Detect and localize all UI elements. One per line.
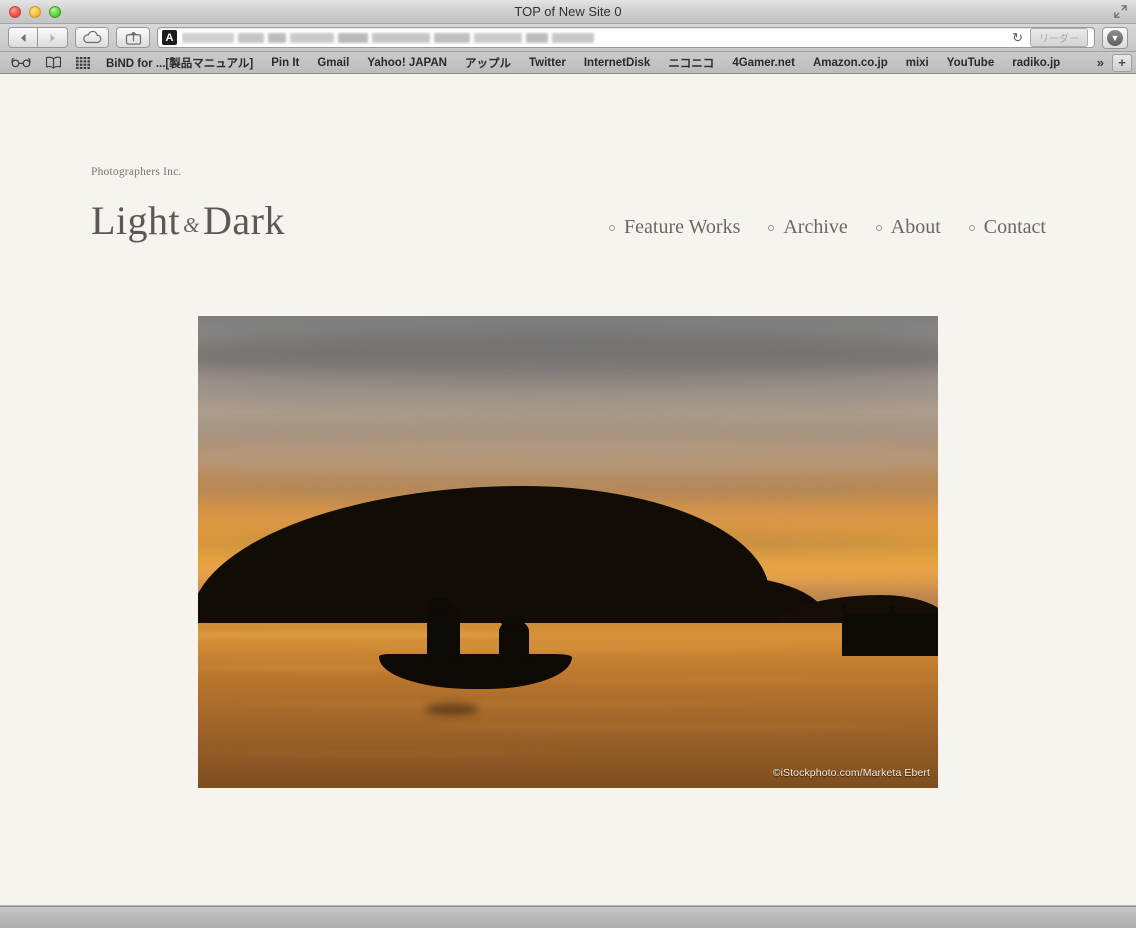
bookmark-item[interactable]: ニコニコ [659, 55, 723, 71]
main-navigation: Feature Works Archive About Contact [609, 216, 1046, 239]
back-arrow-icon [20, 33, 25, 42]
bookmarks-bar: BiND for ...[製品マニュアル] Pin It Gmail Yahoo… [0, 52, 1136, 74]
site-tagline: Photographers Inc. [91, 166, 182, 178]
bookmark-item[interactable]: Yahoo! JAPAN [358, 57, 456, 69]
downloads-icon: ▼ [1107, 29, 1123, 46]
bookmark-item[interactable]: BiND for ...[製品マニュアル] [97, 55, 262, 71]
photo-credit: ©iStockphoto.com/Marketa Ebert [772, 767, 930, 779]
bookmark-item[interactable]: アップル [456, 55, 520, 71]
bookmark-item[interactable]: Twitter [520, 57, 575, 69]
site-reader-badge: A [162, 30, 177, 45]
bookmark-item[interactable]: Amazon.co.jp [804, 57, 897, 69]
site-logo[interactable]: Light &Dark [91, 197, 285, 244]
fullscreen-icon[interactable] [1113, 4, 1128, 19]
new-tab-button[interactable]: + [1112, 53, 1132, 72]
navigation-buttons [8, 27, 68, 48]
icloud-tabs-icon [83, 31, 102, 44]
mast-silhouette [841, 603, 846, 642]
window-titlebar: TOP of New Site 0 [0, 0, 1136, 24]
bookmark-item[interactable]: radiko.jp [1003, 57, 1069, 69]
top-sites-grid-icon[interactable] [69, 56, 97, 69]
reload-icon[interactable]: ↻ [1012, 30, 1025, 46]
forward-arrow-icon [50, 33, 55, 42]
browser-toolbar: A ↻ リーダー ▼ [0, 24, 1136, 52]
bookmark-item[interactable]: Pin It [262, 57, 308, 69]
window-title: TOP of New Site 0 [514, 4, 622, 19]
bookmarks-overflow-icon[interactable]: » [1091, 55, 1110, 70]
rowboat-with-figures [379, 597, 572, 718]
boat-hull [379, 654, 572, 689]
icloud-tabs-button[interactable] [75, 27, 109, 48]
bullet-circle-icon [875, 224, 882, 231]
share-button[interactable] [116, 27, 150, 48]
figure-rowing [427, 604, 461, 662]
reading-list-icon[interactable] [38, 56, 69, 69]
bullet-circle-icon [609, 224, 616, 231]
nav-label: Contact [983, 216, 1046, 238]
downloads-button[interactable]: ▼ [1102, 26, 1128, 49]
figure-seated-head [500, 615, 524, 629]
nav-label: About [890, 216, 941, 238]
nav-item-about[interactable]: About [848, 216, 941, 239]
bullet-circle-icon [968, 224, 975, 231]
nav-item-contact[interactable]: Contact [941, 216, 1046, 239]
url-text-redacted [182, 32, 1007, 44]
nav-item-archive[interactable]: Archive [740, 216, 848, 239]
forward-button[interactable] [38, 27, 68, 48]
bullet-circle-icon [768, 224, 775, 231]
post-silhouette [888, 606, 894, 626]
nav-label: Archive [783, 216, 848, 238]
logo-word-dark: Dark [203, 198, 285, 243]
hero-photo[interactable]: ©iStockphoto.com/Marketa Ebert [198, 316, 938, 788]
reading-glasses-icon[interactable] [4, 57, 38, 68]
bookmark-item[interactable]: InternetDisk [575, 57, 659, 69]
page-viewport: Photographers Inc. Light &Dark Feature Wo… [0, 74, 1136, 906]
nav-item-feature-works[interactable]: Feature Works [609, 216, 740, 239]
bookmark-item[interactable]: YouTube [938, 57, 1003, 69]
bookmark-item[interactable]: Gmail [308, 57, 358, 69]
address-bar[interactable]: A ↻ リーダー [157, 27, 1095, 48]
back-button[interactable] [8, 27, 38, 48]
nav-label: Feature Works [624, 216, 741, 238]
website-content: Photographers Inc. Light &Dark Feature Wo… [0, 74, 1136, 905]
reader-button[interactable]: リーダー [1030, 28, 1088, 47]
window-status-bar [0, 906, 1136, 928]
bookmark-item[interactable]: 4Gamer.net [723, 57, 804, 69]
boat-reflection [425, 702, 480, 716]
bookmark-item[interactable]: mixi [897, 57, 938, 69]
logo-ampersand: & [183, 213, 201, 237]
logo-word-light: Light [91, 198, 181, 243]
browser-window: TOP of New Site 0 A ↻ リーダー ▼ BiND for ..… [0, 0, 1136, 928]
share-arrow-icon [125, 31, 141, 45]
